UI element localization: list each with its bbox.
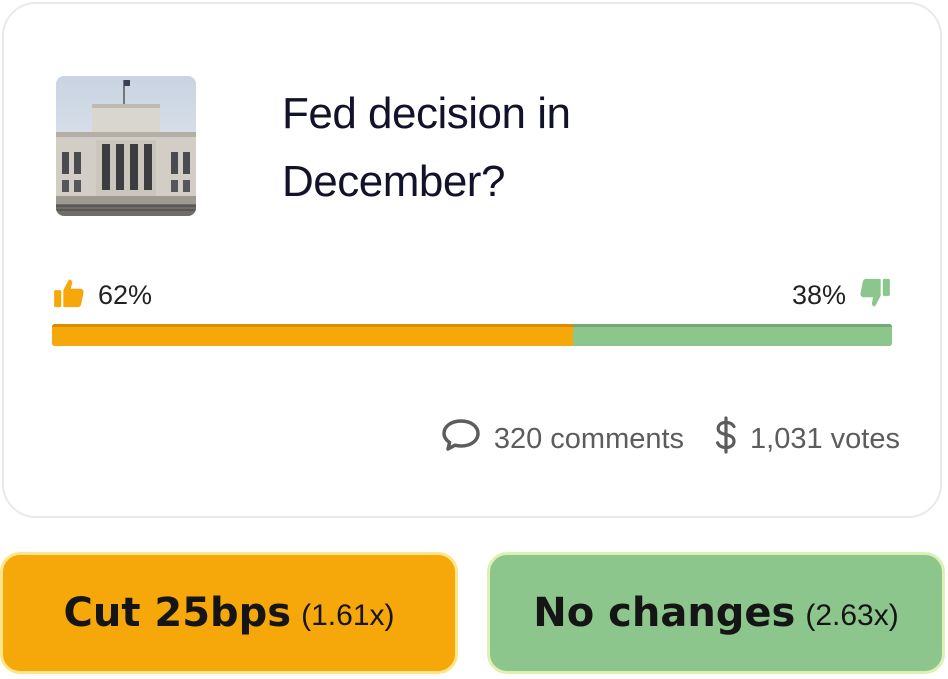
option-odds: (1.61x) [301,599,395,632]
thumbs-up-icon [52,276,86,314]
poll-thumbnail [56,76,196,216]
thumbs-down-icon [858,276,892,314]
votes-count: 1,031 votes [750,422,900,455]
yes-percentage: 62% [52,276,152,314]
vote-split-bar-no [572,324,892,346]
votes-info: 1,031 votes [714,416,900,462]
yes-percent-label: 62% [98,279,153,310]
poll-stats: 320 comments 1,031 votes [440,416,900,462]
vote-split-bar [52,324,892,346]
percentage-row: 62% 38% [52,276,892,312]
poll-title-line-2: December? [282,157,505,206]
comments-link[interactable]: 320 comments [440,417,684,461]
option-odds: (2.63x) [805,599,899,632]
poll-title-line-1: Fed decision in [282,89,571,138]
no-percentage: 38% [792,276,892,314]
no-changes-button[interactable]: No changes (2.63x) [487,552,945,674]
chat-bubble-icon [440,417,482,461]
federal-reserve-building-image [56,76,196,216]
comments-count: 320 comments [493,422,685,455]
vote-split-bar-yes [52,324,573,346]
dollar-icon [714,416,738,462]
option-label: Cut 25bps [63,590,292,636]
no-percent-label: 38% [791,279,846,310]
poll-title: Fed decision in December? [282,80,702,216]
option-label: No changes [533,590,796,636]
cut-25bps-button[interactable]: Cut 25bps (1.61x) [0,552,458,674]
